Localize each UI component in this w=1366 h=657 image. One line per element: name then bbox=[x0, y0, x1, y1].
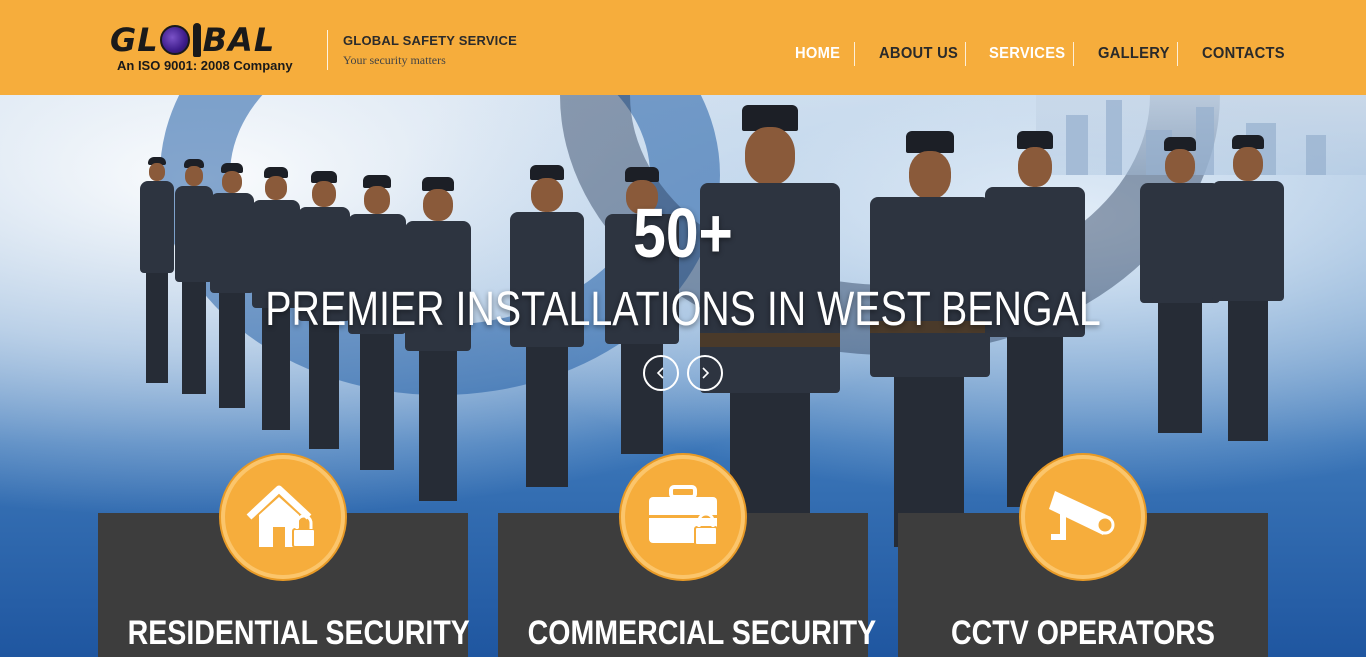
service-title: CCTV OPERATORS bbox=[951, 614, 1215, 652]
service-card-residential[interactable]: RESIDENTIAL SECURITY bbox=[98, 455, 470, 657]
hero-slider: 50+ PREMIER INSTALLATIONS IN WEST BENGAL… bbox=[0, 95, 1366, 657]
service-title: RESIDENTIAL SECURITY bbox=[127, 614, 470, 652]
nav-contacts[interactable]: CONTACTS bbox=[1202, 42, 1285, 66]
house-lock-icon bbox=[221, 455, 345, 579]
service-card-cctv[interactable]: CCTV OPERATORS bbox=[898, 455, 1268, 657]
nav-divider bbox=[965, 42, 966, 66]
chevron-right-icon bbox=[702, 367, 710, 379]
nav-services[interactable]: SERVICES bbox=[989, 42, 1065, 66]
nav-divider bbox=[854, 42, 855, 66]
site-header: GL BAL An ISO 9001: 2008 Company GLOBAL … bbox=[0, 0, 1366, 95]
service-title: COMMERCIAL SECURITY bbox=[527, 614, 877, 652]
nav-gallery[interactable]: GALLERY bbox=[1098, 42, 1170, 66]
chevron-left-icon bbox=[656, 367, 664, 379]
slider-next-button[interactable] bbox=[687, 355, 723, 391]
nav-about-us[interactable]: ABOUT US bbox=[879, 42, 958, 66]
service-card-commercial[interactable]: COMMERCIAL SECURITY bbox=[498, 455, 877, 657]
cctv-camera-icon bbox=[1021, 455, 1145, 579]
hero-stat: 50+ bbox=[633, 194, 733, 272]
hero-headline: PREMIER INSTALLATIONS IN WEST BENGAL bbox=[265, 283, 1101, 336]
nav-divider bbox=[1177, 42, 1178, 66]
nav-divider bbox=[1073, 42, 1074, 66]
briefcase-lock-icon bbox=[621, 455, 745, 579]
main-nav: HOME ABOUT US SERVICES GALLERY CONTACTS bbox=[0, 42, 1366, 66]
slider-prev-button[interactable] bbox=[643, 355, 679, 391]
nav-home[interactable]: HOME bbox=[795, 42, 840, 66]
